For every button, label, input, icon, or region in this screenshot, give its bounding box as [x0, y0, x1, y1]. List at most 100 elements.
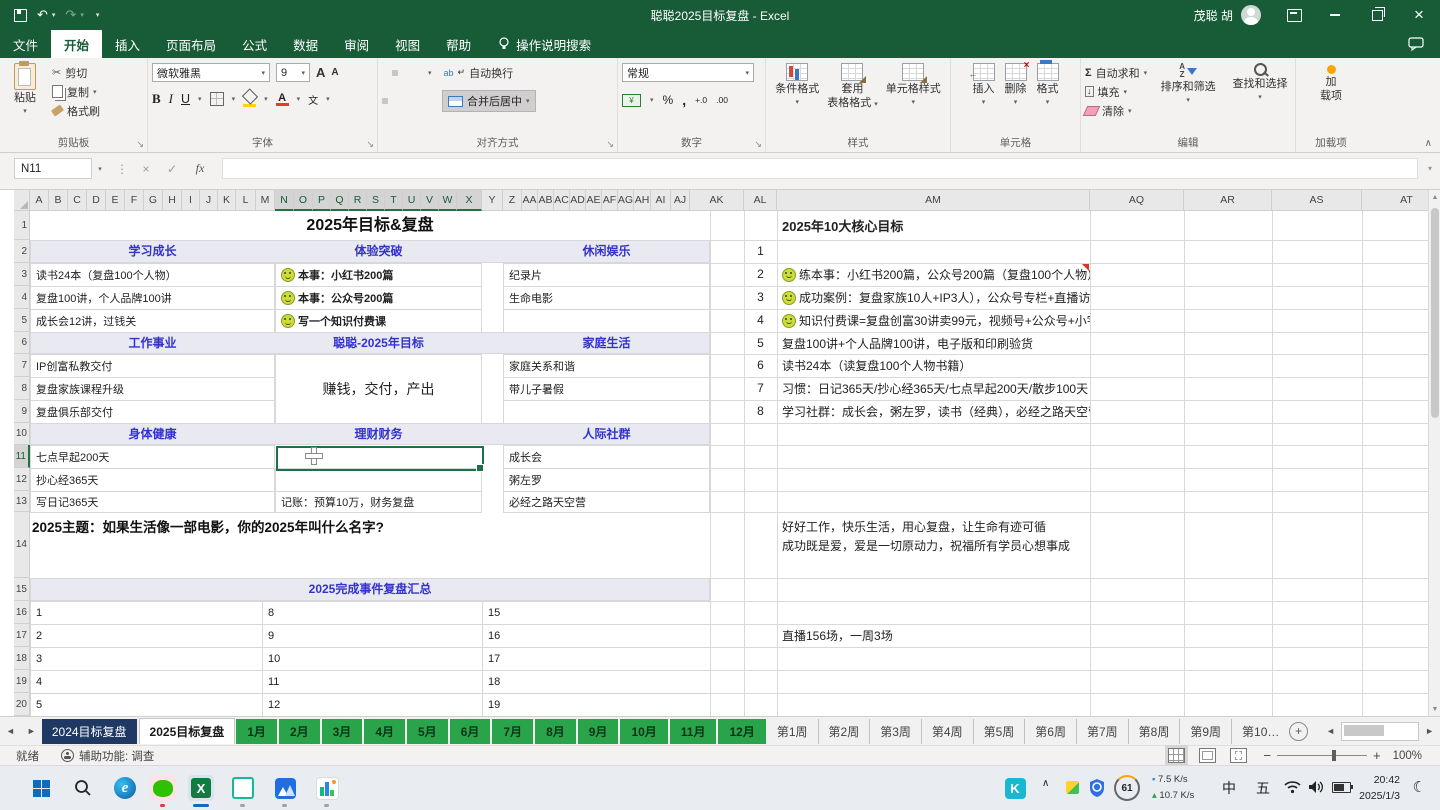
grid-cell[interactable]: 写日记365天 [30, 491, 275, 513]
menu-tab-6[interactable]: 数据 [280, 30, 331, 58]
grid-cell[interactable]: 记账：预算10万，财务复盘 [275, 491, 482, 513]
fill-button[interactable]: ↓填充▾ [1085, 82, 1147, 101]
column-header-AH[interactable]: AH [634, 190, 651, 211]
sheet-tab-3[interactable]: 1月 [236, 719, 277, 744]
column-header-AQ[interactable]: AQ [1090, 190, 1184, 211]
speed-ball-button[interactable]: 61 [1114, 775, 1140, 801]
format-as-table-button[interactable]: 套用表格格式 ▾ [827, 63, 878, 136]
sheet-tab-14[interactable]: 12月 [718, 719, 765, 744]
column-header-N[interactable]: N [275, 190, 294, 211]
grid-cell[interactable]: 复盘家族课程升级 [30, 377, 275, 401]
orientation-icon[interactable] [418, 70, 424, 76]
goal-text-cell[interactable]: 习惯：日记365天/抄心经365天/七点早起200天/散步100天 [777, 377, 1090, 400]
wifi-button[interactable] [1282, 777, 1302, 797]
avatar[interactable] [1241, 5, 1261, 25]
column-header-S[interactable]: S [367, 190, 385, 211]
category-header[interactable]: 工作事业 [30, 332, 275, 354]
column-header-AG[interactable]: AG [618, 190, 634, 211]
goal-number-cell[interactable]: 7 [744, 377, 777, 400]
menu-tab-9[interactable]: 帮助 [433, 30, 484, 58]
column-header-B[interactable]: B [49, 190, 68, 211]
row-header-3[interactable]: 3 [14, 263, 30, 286]
goal-text-cell[interactable] [777, 240, 1090, 263]
hscroll-left-icon[interactable]: ◄ [1320, 726, 1341, 736]
insert-function-icon[interactable]: fx [190, 158, 210, 179]
column-header-R[interactable]: R [349, 190, 367, 211]
sort-filter-button[interactable]: AZ 排序和筛选▾ [1157, 63, 1219, 120]
sheet-tab-11[interactable]: 9月 [578, 719, 619, 744]
align-middle-icon[interactable] [392, 70, 398, 76]
column-header-AS[interactable]: AS [1272, 190, 1362, 211]
align-top-icon[interactable] [382, 70, 388, 76]
blessing-text[interactable]: 好好工作，快乐生活，用心复盘，让生命有迹可循成功既是爱，爱是一切原动力，祝福所有… [782, 518, 1202, 558]
column-header-F[interactable]: F [125, 190, 144, 211]
column-header-AB[interactable]: AB [538, 190, 554, 211]
summary-cell[interactable]: 4 [30, 670, 263, 694]
grid-cell[interactable]: 纪录片 [503, 263, 710, 287]
sheet-tab-18[interactable]: 第4周 [922, 719, 974, 744]
grid-cell[interactable]: IP创富私教交付 [30, 354, 275, 378]
summary-cell[interactable]: 9 [262, 624, 483, 648]
summary-cell[interactable]: 16 [482, 624, 711, 648]
restore-button[interactable] [1356, 0, 1398, 30]
goal-number-cell[interactable]: 3 [744, 286, 777, 309]
format-cells-button[interactable]: 格式▾ [1037, 63, 1059, 136]
font-dialog-launcher-icon[interactable]: ↘ [366, 139, 374, 150]
sheet-tab-4[interactable]: 2月 [279, 719, 320, 744]
live-note-cell[interactable]: 直播156场，一周3场 [777, 624, 1090, 647]
grid-cell[interactable]: 写一个知识付费课 [275, 309, 482, 333]
row-header-18[interactable]: 18 [14, 647, 30, 670]
menu-tab-2[interactable]: 开始 [51, 30, 102, 58]
menu-tab-5[interactable]: 公式 [229, 30, 280, 58]
sheet-tab-10[interactable]: 8月 [535, 719, 576, 744]
sheet-tab-2[interactable]: 2025目标复盘 [139, 718, 236, 744]
grid-cell[interactable]: 本事：小红书200篇 [275, 263, 482, 287]
column-header-AL[interactable]: AL [744, 190, 777, 211]
align-right-icon[interactable] [402, 98, 408, 104]
row-header-9[interactable]: 9 [14, 400, 30, 423]
sheet-tab-6[interactable]: 4月 [364, 719, 405, 744]
wechat-button[interactable] [150, 775, 176, 801]
font-color-button[interactable]: A [276, 93, 289, 106]
align-left-icon[interactable] [382, 98, 388, 104]
column-header-D[interactable]: D [87, 190, 106, 211]
autosum-button[interactable]: Σ自动求和▾ [1085, 63, 1147, 82]
goal-number-cell[interactable]: 2 [744, 263, 777, 286]
security-shield-button[interactable] [1084, 775, 1110, 801]
column-header-AC[interactable]: AC [554, 190, 570, 211]
grid-cell[interactable]: 必经之路天空营 [503, 491, 710, 513]
tell-me-search[interactable]: 操作说明搜索 [498, 30, 591, 58]
category-header[interactable]: 家庭生活 [503, 332, 710, 354]
grid-cell[interactable]: 复盘100讲，个人品牌100讲 [30, 286, 275, 310]
sheet-tab-7[interactable]: 5月 [407, 719, 448, 744]
hscroll-right-icon[interactable]: ► [1419, 726, 1440, 736]
grid-cell[interactable]: 生命电影 [503, 286, 710, 310]
summary-cell[interactable]: 1 [30, 601, 263, 625]
delete-cells-button[interactable]: ×删除▾ [1005, 63, 1027, 136]
summary-cell[interactable]: 15 [482, 601, 711, 625]
sheet-tab-17[interactable]: 第3周 [870, 719, 922, 744]
column-header-X[interactable]: X [457, 190, 482, 211]
column-header-AJ[interactable]: AJ [671, 190, 690, 211]
format-painter-button[interactable]: 格式刷 [52, 101, 100, 120]
name-box-caret-icon[interactable]: ▾ [92, 158, 108, 179]
row-header-7[interactable]: 7 [14, 354, 30, 377]
minimize-button[interactable] [1314, 0, 1356, 30]
comment-icon[interactable] [1408, 37, 1424, 51]
sheet-tab-5[interactable]: 3月 [322, 719, 363, 744]
align-bottom-icon[interactable] [402, 70, 408, 76]
summary-cell[interactable]: 3 [30, 647, 263, 671]
goal-text-cell[interactable]: 读书24本（读复盘100个人物书籍） [777, 354, 1090, 377]
column-header-A[interactable]: A [30, 190, 49, 211]
column-header-Q[interactable]: Q [331, 190, 349, 211]
sheet-tab-16[interactable]: 第2周 [819, 719, 871, 744]
accessibility-status[interactable]: 辅助功能: 调查 [79, 748, 154, 764]
menu-tab-7[interactable]: 审阅 [331, 30, 382, 58]
row-header-5[interactable]: 5 [14, 309, 30, 332]
grid-cell[interactable]: 抄心经365天 [30, 468, 275, 492]
underline-button[interactable]: U [181, 92, 190, 106]
alignment-dialog-launcher-icon[interactable]: ↘ [606, 139, 614, 150]
category-header[interactable]: 身体健康 [30, 423, 275, 445]
normal-view-icon[interactable] [1168, 748, 1185, 763]
grid-cell[interactable]: 复盘俱乐部交付 [30, 400, 275, 424]
